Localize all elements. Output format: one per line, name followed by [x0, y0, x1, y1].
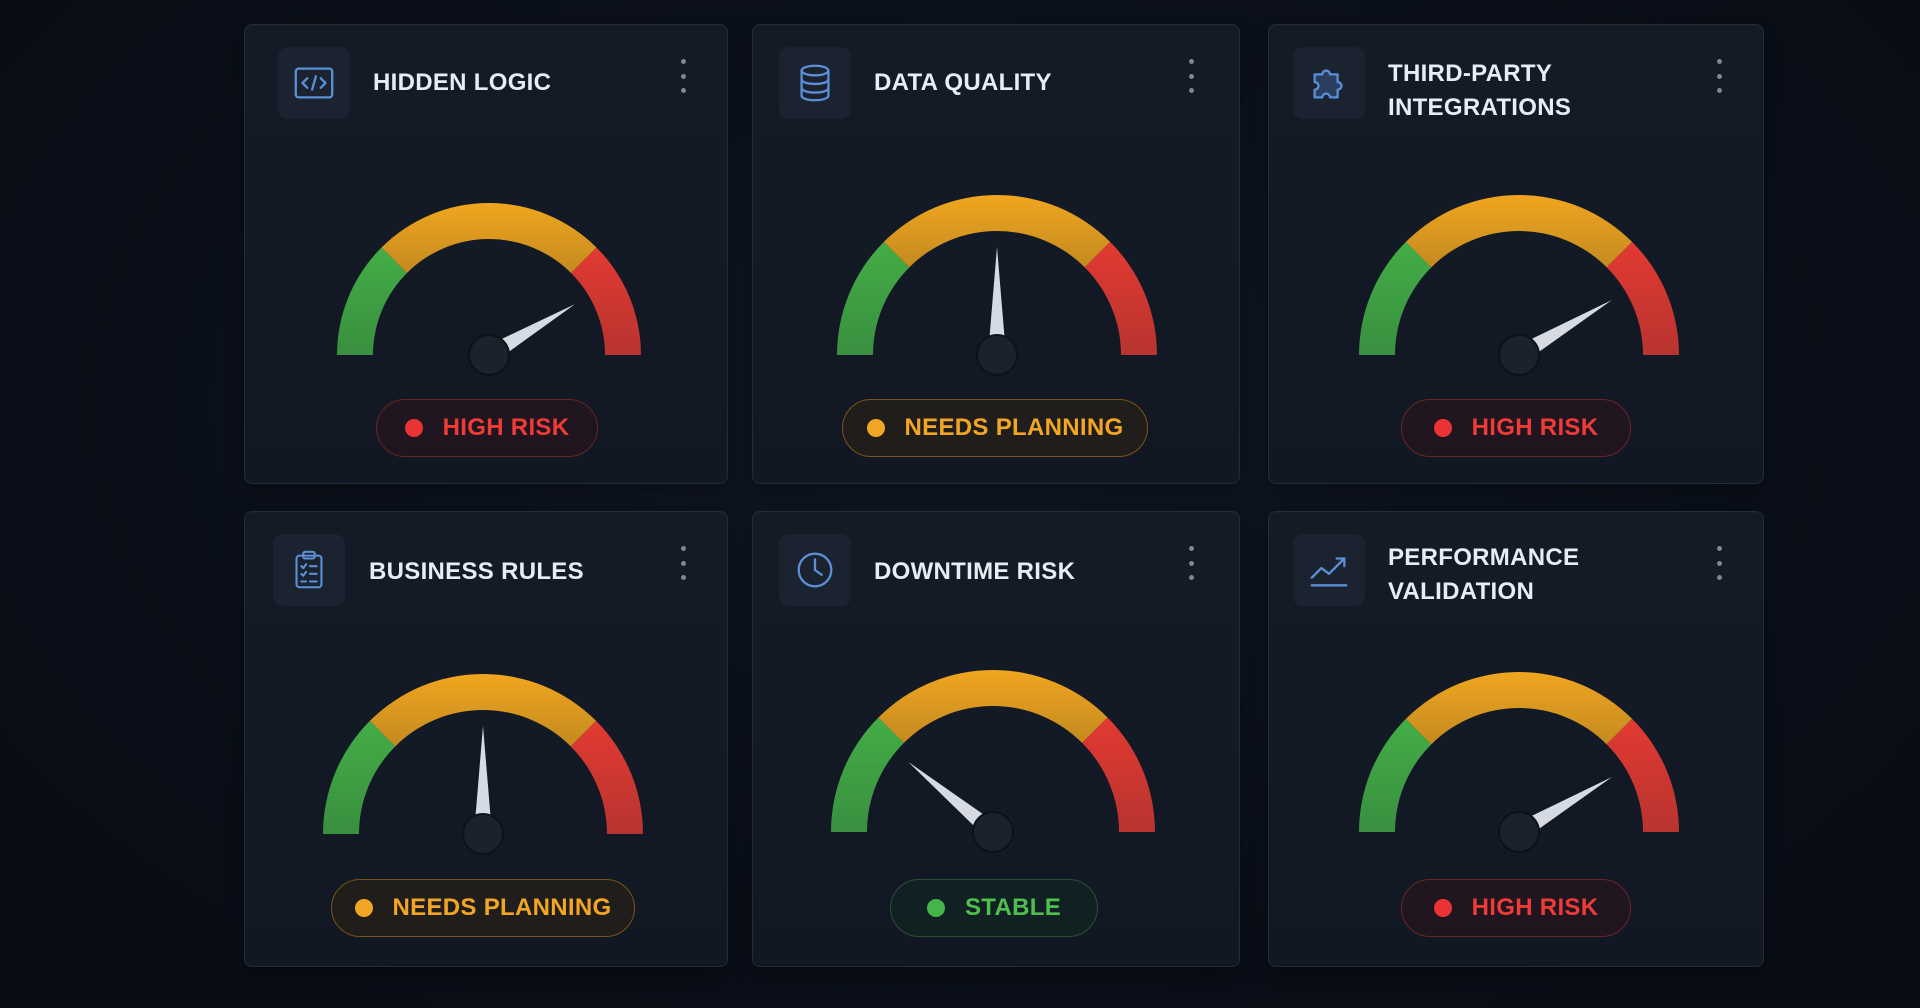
gauge-segment-amber	[381, 203, 597, 273]
status-dot	[354, 899, 373, 917]
gauge-segment-green	[1359, 718, 1432, 832]
gauge-segment-red	[1606, 718, 1679, 832]
gauge-segment-amber	[878, 670, 1108, 743]
gauge-segment-red	[1082, 717, 1155, 832]
status-dot	[1433, 419, 1452, 437]
gauge-segment-green	[337, 247, 407, 355]
gauge-hub	[468, 334, 510, 376]
gauge-segment-red	[571, 247, 641, 355]
gauge-segment-amber	[1405, 672, 1633, 745]
gauge-hub	[462, 813, 504, 855]
status-badge: NEEDS PLANNING	[842, 399, 1148, 457]
status-badge: STABLE	[890, 879, 1098, 937]
status-label: HIGH RISK	[442, 414, 570, 441]
status-label: STABLE	[964, 894, 1062, 921]
status-badge: NEEDS PLANNING	[331, 879, 635, 937]
gauge-segment-red	[1606, 241, 1679, 355]
status-dot	[926, 899, 945, 917]
card-data-quality: DATA QUALITY NEEDS PLANNING	[752, 24, 1240, 484]
gauge-hub	[1498, 334, 1540, 376]
gauge-segment-red	[570, 720, 643, 834]
gauge-segment-amber	[1405, 195, 1633, 268]
card-hidden-logic: HIDDEN LOGIC HIGH RISK	[244, 24, 728, 484]
status-badge: HIGH RISK	[1401, 879, 1631, 937]
status-dot	[866, 419, 885, 437]
gauge-segment-green	[323, 720, 396, 834]
status-label: NEEDS PLANNING	[904, 414, 1124, 441]
status-label: HIGH RISK	[1471, 414, 1599, 441]
card-third-party-integrations: THIRD-PARTY INTEGRATIONS HIGH RISK	[1268, 24, 1764, 484]
card-performance-validation: PERFORMANCE VALIDATION HIGH RISK	[1268, 511, 1764, 967]
gauge-segment-green	[831, 717, 904, 832]
card-downtime-risk: DOWNTIME RISK STABLE	[752, 511, 1240, 967]
gauge-hub	[972, 811, 1014, 853]
card-business-rules: BUSINESS RULES NEEDS PLANNING	[244, 511, 728, 967]
gauge-segment-green	[1359, 241, 1432, 355]
status-label: HIGH RISK	[1471, 894, 1599, 921]
gauge-hub	[976, 334, 1018, 376]
status-label: NEEDS PLANNING	[392, 894, 612, 921]
status-badge: HIGH RISK	[376, 399, 598, 457]
status-dot	[404, 419, 423, 437]
status-badge: HIGH RISK	[1401, 399, 1631, 457]
gauge-segment-green	[837, 241, 910, 355]
status-dot	[1433, 899, 1452, 917]
gauge-hub	[1498, 811, 1540, 853]
gauge-segment-red	[1084, 241, 1157, 355]
